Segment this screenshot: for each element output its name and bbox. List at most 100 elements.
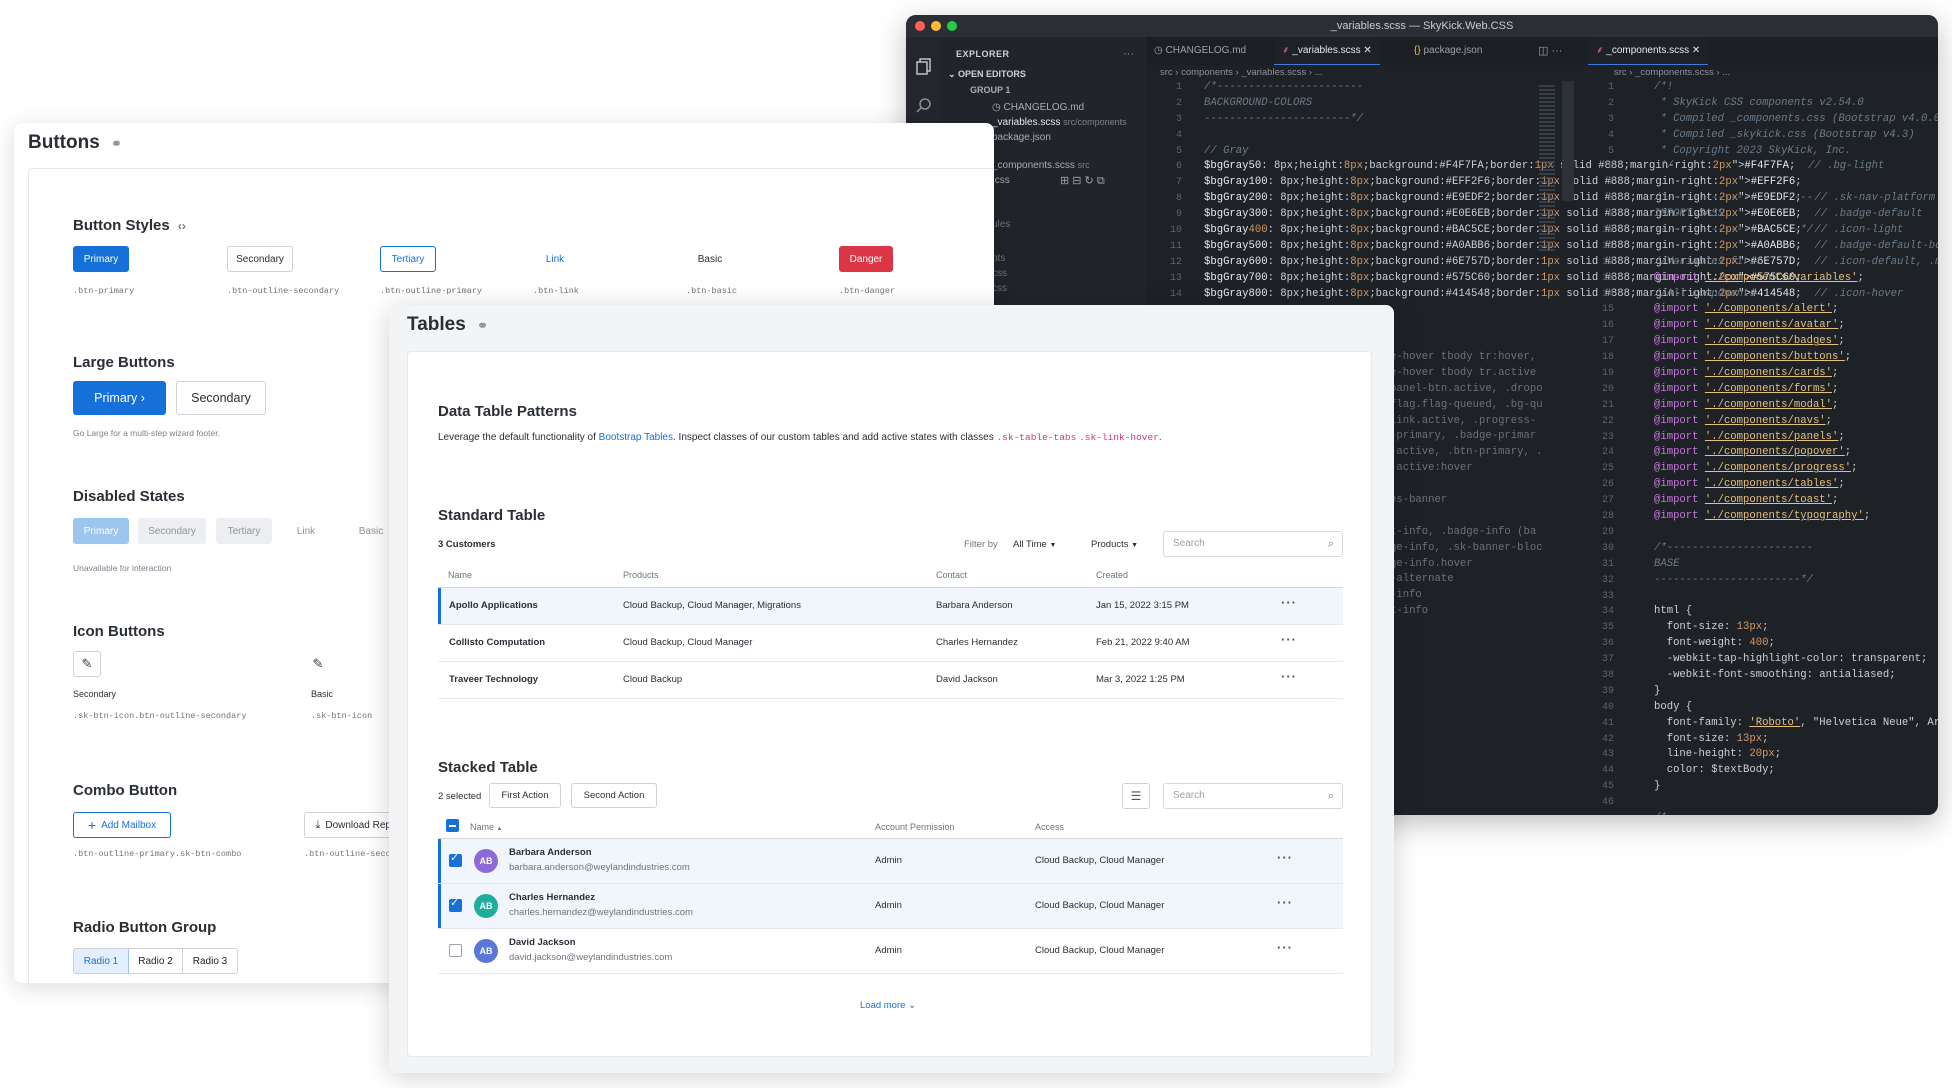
editor-tabs-right: ⸙ _components.scss ✕ [1580, 37, 1938, 65]
close-icon[interactable]: ✕ [1363, 45, 1371, 56]
line-number: 46 [1601, 797, 1614, 809]
minimap-left[interactable] [1539, 85, 1555, 253]
basic-button[interactable]: Basic [686, 246, 734, 272]
code-icon[interactable]: ‹› [178, 219, 186, 233]
select-all-checkbox[interactable] [446, 819, 459, 832]
link-icon[interactable]: ⚭ [477, 318, 488, 333]
row-checkbox[interactable] [449, 944, 462, 957]
column-header[interactable]: Name [448, 570, 472, 580]
pencil-icon: ✎ [312, 656, 324, 671]
tab-package-json[interactable]: {} package.json [1414, 37, 1482, 65]
edit-icon-button-secondary[interactable]: ✎ [73, 651, 101, 677]
explorer-item[interactable]: nts [992, 253, 1005, 264]
close-window-button[interactable] [915, 21, 925, 31]
class-label: .btn-link [533, 286, 579, 296]
column-header[interactable]: Account Permission [875, 822, 955, 832]
bootstrap-tables-link[interactable]: Bootstrap Tables [599, 432, 673, 443]
explorer-actions[interactable]: ⊞ ⊟ ↻ ⧉ [1060, 174, 1105, 188]
more-actions-icon[interactable]: ··· [1277, 895, 1293, 910]
explorer-item[interactable]: .css [992, 175, 1010, 186]
standard-search-input[interactable]: Search ⌕ [1163, 531, 1343, 557]
explorer-item[interactable]: css [992, 268, 1007, 279]
line-number: 2 [1175, 97, 1182, 109]
explorer-item[interactable]: _components.scss src [992, 160, 1090, 171]
explorer-item[interactable]: css [992, 283, 1007, 294]
maximize-window-button[interactable] [947, 21, 957, 31]
load-more-link[interactable]: Load more ⌄ [860, 1000, 916, 1011]
more-actions-icon[interactable]: ··· [1281, 632, 1297, 647]
edit-icon-button-basic[interactable]: ✎ [304, 651, 332, 677]
line-number: 39 [1601, 685, 1614, 697]
large-primary-button[interactable]: Primary › [73, 381, 166, 415]
line-number: 38 [1601, 669, 1614, 681]
tab-changelog[interactable]: ◷ CHANGELOG.md [1154, 37, 1246, 65]
code-line: -info [1390, 589, 1422, 602]
second-action-button[interactable]: Second Action [571, 783, 657, 808]
explorer-item[interactable]: ules [992, 219, 1010, 230]
line-number: 6 [1607, 161, 1614, 173]
stacked-search-input[interactable]: Search ⌕ [1163, 783, 1343, 809]
radio-2[interactable]: Radio 2 [129, 949, 183, 973]
dropdown-label: All Time [1013, 539, 1047, 550]
more-actions-icon[interactable]: ··· [1277, 940, 1293, 955]
tab-components[interactable]: ⸙ _components.scss ✕ [1588, 37, 1709, 65]
tab-variables[interactable]: ⸙ _variables.scss ✕ [1274, 37, 1380, 65]
minimize-window-button[interactable] [931, 21, 941, 31]
table-row[interactable]: ✓ AB Barbara Anderson barbara.anderson@w… [438, 839, 1343, 883]
explorer-item[interactable]: package.json [992, 132, 1051, 143]
cell-email: charles.hernandez@weylandindustries.com [509, 907, 693, 918]
files-icon[interactable] [915, 57, 933, 75]
column-header[interactable]: Products [623, 570, 659, 580]
filter-button[interactable]: ☰ [1122, 783, 1150, 809]
explorer-item[interactable]: _variables.scss src/components [992, 117, 1127, 128]
close-icon[interactable]: ✕ [1692, 45, 1700, 56]
filter-products-dropdown[interactable]: Products ▼ [1091, 539, 1138, 550]
table-row[interactable]: Apollo Applications Cloud Backup, Cloud … [438, 588, 1343, 624]
radio-3[interactable]: Radio 3 [183, 949, 237, 973]
section-title-text: Button Styles [73, 217, 170, 234]
search-placeholder: Search [1173, 790, 1205, 801]
scrollbar-left[interactable] [1562, 81, 1574, 201]
first-action-button[interactable]: First Action [489, 783, 561, 808]
table-row[interactable]: Collisto Computation Cloud Backup, Cloud… [438, 625, 1343, 661]
large-secondary-button[interactable]: Secondary [176, 381, 266, 415]
table-row[interactable]: ✓ AB Charles Hernandez charles.hernandez… [438, 884, 1343, 928]
cell-created: Jan 15, 2022 3:15 PM [1096, 600, 1189, 611]
radio-1[interactable]: Radio 1 [74, 949, 129, 973]
row-checkbox[interactable]: ✓ [449, 852, 462, 867]
explorer-item-label: css [992, 283, 1007, 294]
code-line: @import './components/toast'; [1654, 494, 1839, 507]
tertiary-button[interactable]: Tertiary [380, 246, 436, 272]
more-actions-icon[interactable]: ··· [1281, 595, 1297, 610]
column-header[interactable]: Name ▲ [470, 822, 502, 832]
column-header[interactable]: Contact [936, 570, 967, 580]
search-icon[interactable] [915, 97, 933, 115]
add-mailbox-button[interactable]: + Add Mailbox [73, 812, 171, 838]
table-row[interactable]: Traveer Technology Cloud Backup David Ja… [438, 662, 1343, 698]
selected-count: 2 selected [438, 791, 482, 802]
line-number: 43 [1601, 749, 1614, 761]
split-editor-icon[interactable]: ◫ ··· [1538, 37, 1562, 65]
danger-button[interactable]: Danger [839, 246, 893, 272]
more-icon[interactable]: ··· [1123, 48, 1134, 60]
more-actions-icon[interactable]: ··· [1281, 669, 1297, 684]
primary-button[interactable]: Primary [73, 246, 129, 272]
cell-products: Cloud Backup [623, 674, 683, 685]
column-header[interactable]: Created [1096, 570, 1128, 580]
more-actions-icon[interactable]: ··· [1277, 850, 1293, 865]
row-checkbox[interactable]: ✓ [449, 897, 462, 912]
open-editors-header[interactable]: ⌄ OPEN EDITORS [948, 69, 1026, 80]
table-row[interactable]: AB David Jackson david.jackson@weylandin… [438, 929, 1343, 973]
intro-mid: . Inspect classes of our custom tables a… [672, 432, 994, 443]
filter-time-dropdown[interactable]: All Time ▼ [1013, 539, 1056, 550]
link-button[interactable]: Link [533, 246, 577, 272]
column-header[interactable]: Access [1035, 822, 1064, 832]
line-number: 4 [1607, 129, 1614, 141]
class-label: .btn-primary [73, 286, 135, 296]
link-icon[interactable]: ⚭ [111, 136, 122, 151]
explorer-item-label: _components.scss [992, 160, 1075, 171]
line-numbers-right: 1 2 3 4 5 6 7 8 9 10 11 12 13 14 15 16 17 18 19 20 21 22 23 24 2… [1580, 80, 1614, 811]
secondary-button[interactable]: Secondary [227, 246, 293, 272]
explorer-item[interactable]: ◷ CHANGELOG.md [992, 102, 1084, 113]
